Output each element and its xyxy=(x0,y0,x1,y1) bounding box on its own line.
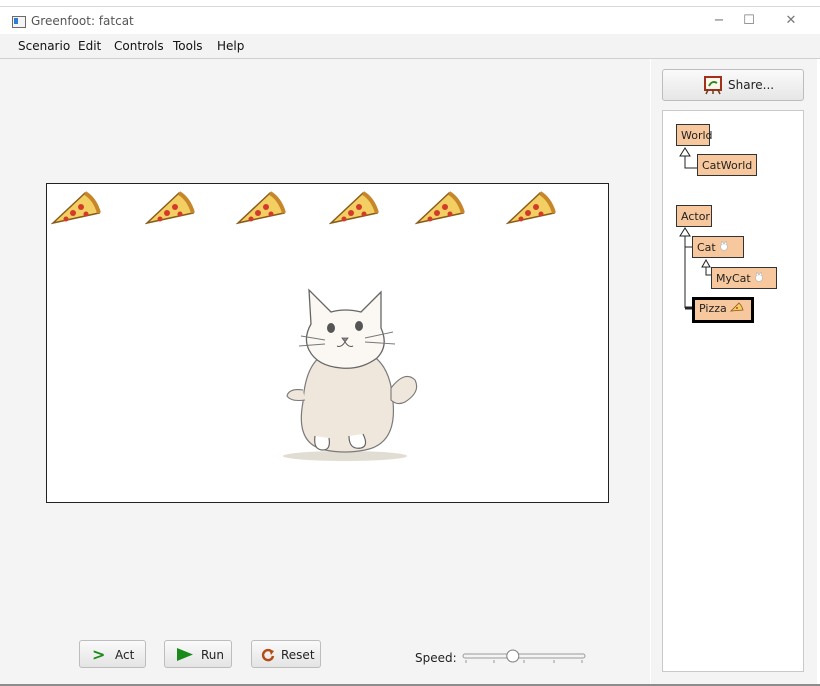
world-canvas[interactable] xyxy=(46,183,609,503)
app-icon xyxy=(12,16,26,28)
pizza-sprite[interactable] xyxy=(415,189,465,225)
run-button[interactable]: Run xyxy=(164,640,232,668)
act-button[interactable]: > Act xyxy=(79,640,146,668)
pizza-icon xyxy=(729,300,744,318)
pizza-sprite[interactable] xyxy=(506,189,556,225)
class-label: Cat xyxy=(697,241,716,254)
class-mycat[interactable]: MyCat xyxy=(711,267,777,289)
reset-button[interactable]: Reset xyxy=(251,640,321,668)
close-button[interactable]: ✕ xyxy=(778,11,804,31)
menu-bar: Scenario Edit Controls Tools Help xyxy=(0,34,820,59)
play-icon xyxy=(177,648,193,661)
pizza-sprite[interactable] xyxy=(51,189,101,225)
reset-label: Reset xyxy=(281,648,315,662)
pizza-sprite[interactable] xyxy=(329,189,379,225)
class-label: Actor xyxy=(681,210,710,223)
minimize-button[interactable]: − xyxy=(706,11,732,31)
class-label: MyCat xyxy=(716,272,751,285)
cat-icon xyxy=(719,237,729,259)
cat-sprite[interactable] xyxy=(265,284,425,464)
menu-help[interactable]: Help xyxy=(217,39,244,53)
maximize-button[interactable]: ☐ xyxy=(736,11,762,31)
share-icon xyxy=(704,76,722,95)
menu-tools[interactable]: Tools xyxy=(173,39,203,53)
class-pizza[interactable]: Pizza xyxy=(692,297,754,323)
class-catworld[interactable]: CatWorld xyxy=(697,154,757,176)
cat-icon xyxy=(754,268,764,290)
pizza-sprite[interactable] xyxy=(236,189,286,225)
act-arrow-icon: > xyxy=(92,645,106,664)
speed-label: Speed: xyxy=(415,651,457,665)
class-label: World xyxy=(681,129,713,142)
class-diagram: World CatWorld Actor Cat MyCat Pizza xyxy=(662,110,804,672)
reset-icon xyxy=(261,648,275,662)
menu-scenario[interactable]: Scenario xyxy=(18,39,70,53)
class-label: CatWorld xyxy=(702,159,753,172)
class-label: Pizza xyxy=(699,302,727,315)
share-label: Share... xyxy=(728,78,775,92)
window-title: Greenfoot: fatcat xyxy=(31,14,134,28)
menu-edit[interactable]: Edit xyxy=(78,39,101,53)
class-actor[interactable]: Actor xyxy=(676,205,712,227)
share-button[interactable]: Share... xyxy=(662,69,804,101)
speed-slider[interactable] xyxy=(462,648,586,668)
class-world[interactable]: World xyxy=(676,124,713,146)
pizza-sprite[interactable] xyxy=(145,189,195,225)
menu-controls[interactable]: Controls xyxy=(114,39,164,53)
act-label: Act xyxy=(115,648,135,662)
speed-slider-thumb[interactable] xyxy=(506,649,520,663)
run-label: Run xyxy=(201,648,225,662)
title-bar: Greenfoot: fatcat − ☐ ✕ xyxy=(0,6,820,35)
class-cat[interactable]: Cat xyxy=(692,236,744,258)
